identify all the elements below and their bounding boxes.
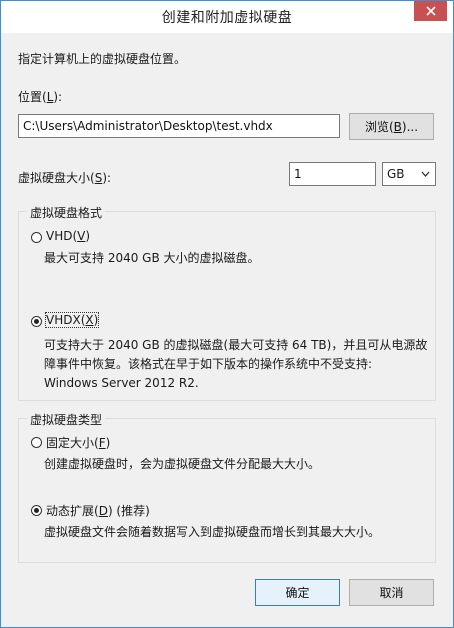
- size-input[interactable]: [289, 162, 376, 186]
- browse-button[interactable]: 浏览(B)...: [349, 113, 434, 140]
- vhdx-label[interactable]: VHDX(X): [44, 312, 100, 328]
- close-button[interactable]: [414, 1, 447, 21]
- title-bar[interactable]: 创建和附加虚拟硬盘: [1, 1, 453, 33]
- fixed-size-description: 创建虚拟硬盘时，会为虚拟硬盘文件分配最大大小。: [44, 457, 321, 471]
- format-group-title: 虚拟硬盘格式: [27, 204, 106, 221]
- vhdx-radio[interactable]: [31, 316, 42, 327]
- dynamic-radio[interactable]: [31, 505, 42, 516]
- chevron-down-icon: [421, 171, 430, 177]
- type-group-title: 虚拟硬盘类型: [27, 411, 106, 428]
- vhdx-description: 可支持大于 2040 GB 的虚拟磁盘(最大可支持 64 TB)，并且可从电源故…: [44, 338, 428, 390]
- size-unit-select[interactable]: GB: [382, 162, 436, 186]
- location-input[interactable]: [18, 114, 340, 138]
- dialog-window: 创建和附加虚拟硬盘 指定计算机上的虚拟硬盘位置。 位置(L): 浏览(B)...…: [0, 0, 454, 628]
- intro-text: 指定计算机上的虚拟硬盘位置。: [18, 52, 187, 66]
- dialog-body: 指定计算机上的虚拟硬盘位置。 位置(L): 浏览(B)... 虚拟硬盘大小(S)…: [8, 33, 446, 620]
- location-label: 位置(L):: [18, 90, 63, 104]
- window-title: 创建和附加虚拟硬盘: [161, 10, 293, 26]
- size-unit-value: GB: [387, 167, 405, 181]
- dynamic-description: 虚拟硬盘文件会随着数据写入到虚拟硬盘而增长到其最大大小。: [44, 525, 381, 539]
- vhd-radio[interactable]: [31, 232, 42, 243]
- format-group: 虚拟硬盘格式 VHD(V) 最大可支持 2040 GB 大小的虚拟磁盘。 VHD…: [18, 204, 436, 401]
- type-group: 虚拟硬盘类型 固定大小(F) 创建虚拟硬盘时，会为虚拟硬盘文件分配最大大小。 动…: [18, 411, 436, 563]
- fixed-size-label[interactable]: 固定大小(F): [46, 434, 110, 451]
- vhd-description: 最大可支持 2040 GB 大小的虚拟磁盘。: [44, 251, 260, 265]
- cancel-button[interactable]: 取消: [349, 579, 434, 606]
- close-icon: [425, 6, 436, 16]
- size-label: 虚拟硬盘大小(S):: [18, 171, 112, 185]
- vhd-label[interactable]: VHD(V): [46, 229, 90, 243]
- fixed-size-radio[interactable]: [31, 437, 42, 448]
- dynamic-label[interactable]: 动态扩展(D) (推荐): [46, 502, 150, 519]
- ok-button[interactable]: 确定: [255, 579, 340, 606]
